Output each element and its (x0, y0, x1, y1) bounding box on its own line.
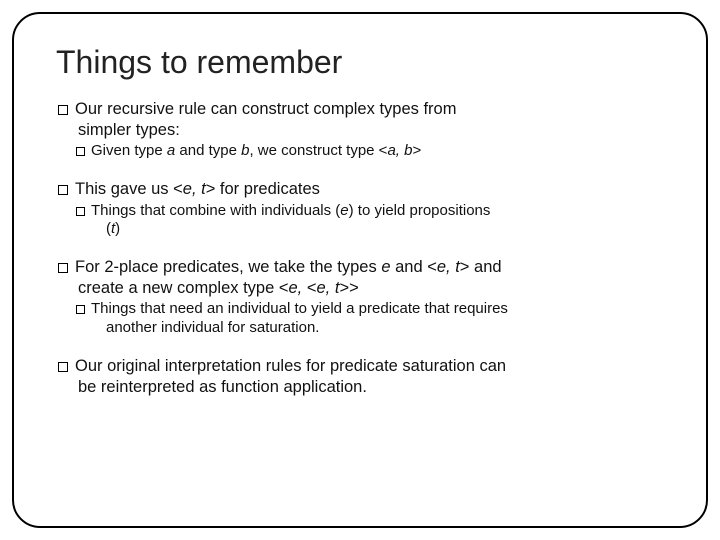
t: e, t (317, 279, 340, 297)
t: , we construct type < (249, 142, 387, 159)
square-bullet-icon (76, 147, 85, 156)
square-bullet-icon (58, 185, 68, 195)
bullet-2: This gave us <e, t> for predicates (56, 179, 664, 200)
t: and < (391, 258, 437, 276)
t: Things that combine with individuals ( (91, 202, 340, 219)
t: ) (115, 220, 120, 237)
t: and type (175, 142, 241, 159)
t: e (340, 202, 348, 219)
t: For 2-place predicates, we take the type… (75, 258, 381, 276)
t: create a new complex type < (78, 279, 289, 297)
bullet-1: Our recursive rule can construct complex… (56, 99, 664, 140)
t: > and (460, 258, 502, 276)
t: < (307, 279, 317, 297)
t: >> (339, 279, 358, 297)
bullet-1-text: Our recursive rule can construct complex… (75, 100, 456, 118)
t: This gave us < (75, 180, 183, 198)
square-bullet-icon (58, 362, 68, 372)
t: Our original interpretation rules for pr… (75, 357, 506, 375)
square-bullet-icon (58, 105, 68, 115)
slide-title: Things to remember (56, 44, 664, 81)
t: a (167, 142, 175, 159)
t: e, t (437, 258, 460, 276)
slide-frame: Things to remember Our recursive rule ca… (12, 12, 708, 528)
bullet-4: Our original interpretation rules for pr… (56, 356, 664, 397)
t: Things that need an individual to yield … (91, 300, 508, 317)
bullet-4-cont: be reinterpreted as function application… (58, 377, 664, 398)
t: ) to yield propositions (349, 202, 491, 219)
t: > (412, 142, 421, 159)
bullet-3-cont: create a new complex type <e, <e, t>> (58, 278, 664, 299)
bullet-3: For 2-place predicates, we take the type… (56, 257, 664, 298)
square-bullet-icon (76, 305, 85, 314)
t: e (381, 258, 390, 276)
bullet-3-sub-1-cont: another individual for saturation. (76, 319, 664, 338)
t: a, b (387, 142, 412, 159)
square-bullet-icon (76, 207, 85, 216)
t: e, (289, 279, 307, 297)
square-bullet-icon (58, 263, 68, 273)
bullet-2-sub-1: Things that combine with individuals (e)… (56, 202, 664, 240)
bullet-1-cont: simpler types: (58, 120, 664, 141)
bullet-1-sub-1: Given type a and type b, we construct ty… (56, 142, 664, 161)
bullet-2-sub-1-cont: (t) (76, 220, 664, 239)
bullet-3-sub-1: Things that need an individual to yield … (56, 300, 664, 338)
t: > for predicates (206, 180, 320, 198)
t: e, t (183, 180, 206, 198)
t: Given type (91, 142, 167, 159)
